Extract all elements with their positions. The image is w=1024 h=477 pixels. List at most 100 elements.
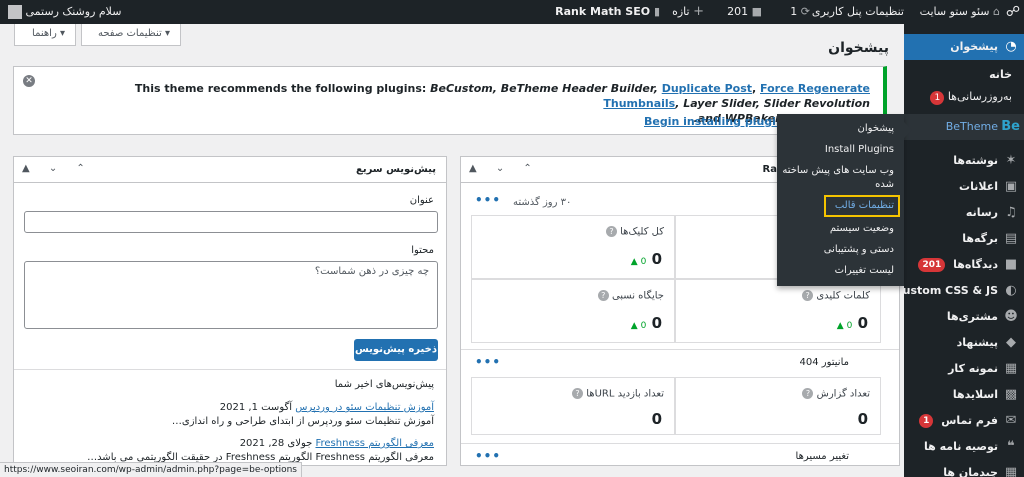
screen-options-button[interactable]: ▾ تنظیمات صفحه (81, 24, 181, 46)
help-icon[interactable]: ? (802, 388, 814, 399)
help-icon[interactable]: ? (605, 226, 617, 237)
comments-link[interactable]: ■ 201 (727, 0, 762, 24)
betheme-flyout-menu: پیشخوان Install Plugins وب سایت های پیش … (777, 114, 912, 286)
new-content-link[interactable]: + تازه (672, 0, 704, 24)
postbox-controls[interactable]: ▲ ⌄ ⌃ (469, 163, 540, 174)
flyout-item-changelog[interactable]: لیست تغییرات (782, 264, 894, 278)
mail-icon: ✉ (1005, 413, 1017, 428)
more-icon[interactable]: ••• (475, 355, 501, 369)
help-icon[interactable]: ? (802, 290, 814, 301)
delta: ▲ 0 (630, 257, 647, 267)
menu-custom-css[interactable]: ◐ Custom CSS & JS (895, 278, 1024, 304)
menu-betheme[interactable]: Be BeTheme (904, 114, 1024, 140)
notice-plugins-2: , Layer Slider, Slider Revolution (675, 97, 870, 110)
menu-notifications[interactable]: ▣ اعلانات (904, 174, 1024, 200)
submenu-home-label: خانه (989, 68, 1012, 81)
more-icon[interactable]: ••• (475, 449, 501, 463)
updates-link[interactable]: ⟳ 1 (790, 0, 810, 24)
notice-plugins-1: BeCustom, BeTheme Header Builder, (430, 82, 662, 95)
flyout-item-dashboard[interactable]: پیشخوان (782, 122, 894, 136)
value-number: 0 (857, 314, 868, 332)
betheme-icon: Be (1001, 119, 1020, 134)
media-icon: ♫ (1005, 205, 1017, 220)
submenu-updates[interactable]: بەروزرسانی‌ها 1 (904, 86, 1024, 108)
submenu-updates-text: بەروزرسانی‌ها (947, 90, 1012, 103)
menu-layouts[interactable]: ▦ چیدمان ها (904, 460, 1024, 477)
quote-icon: ❝ (1007, 439, 1015, 454)
menu-comments[interactable]: ■ دیدگاه‌ها 201 (904, 252, 1024, 278)
begin-installing-link[interactable]: Begin installing plugins (644, 115, 790, 128)
total-clicks-text: کل کلیک‌ها (620, 226, 664, 238)
url-visits-label: تعداد بازدید URLها ? (568, 388, 664, 400)
submenu-home[interactable]: خانه (904, 64, 1024, 86)
flyout-item-system-status[interactable]: وضعیت سیستم (782, 222, 894, 236)
avg-position-label: جایگاه نسبی ? (594, 290, 664, 302)
rank-math-icon: ▮ (653, 5, 660, 18)
user-settings-link[interactable]: تنظیمات پنل کاربری (812, 0, 904, 24)
wordpress-icon[interactable]: ☍ (1006, 0, 1020, 24)
site-name-link[interactable]: ⌂ سئو ستو سایت (920, 0, 1000, 24)
help-button[interactable]: ▾ راهنما (14, 24, 76, 46)
chevron-down-icon: ▾ (59, 28, 65, 39)
more-icon[interactable]: ••• (475, 193, 501, 207)
pin-icon: ✶ (1005, 153, 1017, 168)
help-label: راهنما (32, 28, 57, 39)
draft-item: آموزش تنظیمات سئو در وردپرس آگوست 1, 202… (24, 401, 434, 429)
menu-testimonials[interactable]: ❝ توصیه نامه ها (904, 434, 1024, 460)
delta-value: 0 (640, 257, 647, 267)
flyout-item-theme-options[interactable]: تنظیمات قالب (824, 195, 900, 217)
flyout-item-install-plugins[interactable]: Install Plugins (782, 143, 894, 157)
total-clicks-box: کل کلیک‌ها ? ▲ 0 0 (471, 215, 675, 279)
slides-icon: ▩ (1004, 387, 1018, 402)
flyout-item-support[interactable]: دستی و پشتیبانی (782, 243, 894, 257)
draft-item: معرفی الگوریتم Freshness جولای 28, 2021 … (24, 437, 434, 465)
draft-content-label: محتوا (411, 245, 434, 256)
quick-draft-box: پیش‌نویس سریع ▲ ⌄ ⌃ عنوان محتوا چه چیزی … (13, 156, 447, 466)
menu-portfolio[interactable]: ▦ نمونه کار (904, 356, 1024, 382)
keywords-label: کلمات کلیدی ? (798, 290, 870, 302)
menu-notifications-label: اعلانات (959, 180, 998, 193)
menu-dashboard[interactable]: ◔ پیشخوان (904, 34, 1024, 60)
menu-contact-label: فرم تماس 1 (919, 408, 998, 434)
submenu-updates-label: بەروزرسانی‌ها 1 (930, 86, 1012, 108)
report-count-box: تعداد گزارش ? 0 (675, 377, 881, 435)
menu-contact[interactable]: ✉ فرم تماس 1 (904, 408, 1024, 434)
delta: ▲ 0 (630, 321, 647, 331)
help-icon[interactable]: ? (572, 388, 584, 399)
flyout-item-prebuilt-websites[interactable]: وب سایت های پیش ساخته شده (782, 164, 894, 192)
draft-title-input[interactable] (24, 211, 438, 233)
url-visits-box: تعداد بازدید URLها ? 0 (471, 377, 675, 435)
recent-drafts-title: پیش‌نویس‌های اخیر شما (334, 379, 434, 390)
total-clicks-value: ▲ 0 0 (627, 250, 662, 268)
my-account-link[interactable]: سلام روشنک رستمی (8, 0, 121, 24)
menu-slides[interactable]: ▩ اسلایدها (904, 382, 1024, 408)
dismiss-icon[interactable]: ✕ (23, 75, 35, 87)
page-title: پیشخوان (828, 40, 889, 56)
dashboard-icon: ◔ (1005, 39, 1017, 54)
rank-math-link[interactable]: ▮ Rank Math SEO (555, 0, 660, 24)
quick-draft-header: پیش‌نویس سریع ▲ ⌄ ⌃ (14, 157, 446, 183)
save-draft-button[interactable]: ذخیره پیش‌نویس (354, 339, 438, 361)
menu-posts[interactable]: ✶ نوشته‌ها (904, 148, 1024, 174)
duplicate-post-link[interactable]: Duplicate Post (662, 82, 752, 95)
delta-value: 0 (640, 321, 647, 331)
keywords-value: ▲ 0 0 (833, 314, 868, 332)
plugin-notice: ✕ This theme recommends the following pl… (13, 66, 887, 135)
postbox-controls[interactable]: ▲ ⌄ ⌃ (22, 163, 93, 174)
comment-bubble-icon: ■ (1004, 257, 1018, 272)
menu-pages[interactable]: ▤ برگه‌ها (904, 226, 1024, 252)
help-icon[interactable]: ? (597, 290, 609, 301)
admin-sidebar: ◔ پیشخوان خانه بەروزرسانی‌ها 1 Be BeThem… (895, 24, 1024, 477)
menu-media[interactable]: ♫ رسانه (904, 200, 1024, 226)
divider (461, 443, 899, 444)
total-clicks-label: کل کلیک‌ها ? (602, 226, 664, 238)
menu-customers[interactable]: ☻ مشتری‌ها (904, 304, 1024, 330)
menu-contact-text: فرم تماس (941, 414, 998, 427)
chevron-down-icon: ▾ (164, 28, 170, 39)
chat-icon: ▣ (1004, 179, 1018, 194)
draft-content-textarea[interactable]: چه چیزی در ذهن شماست؟ (24, 261, 438, 329)
draft-link[interactable]: آموزش تنظیمات سئو در وردپرس (295, 402, 434, 413)
draft-link[interactable]: معرفی الگوریتم Freshness (315, 438, 434, 449)
rank-math-label: Rank Math SEO (555, 5, 651, 18)
menu-offers[interactable]: ◆ پیشنهاد (904, 330, 1024, 356)
